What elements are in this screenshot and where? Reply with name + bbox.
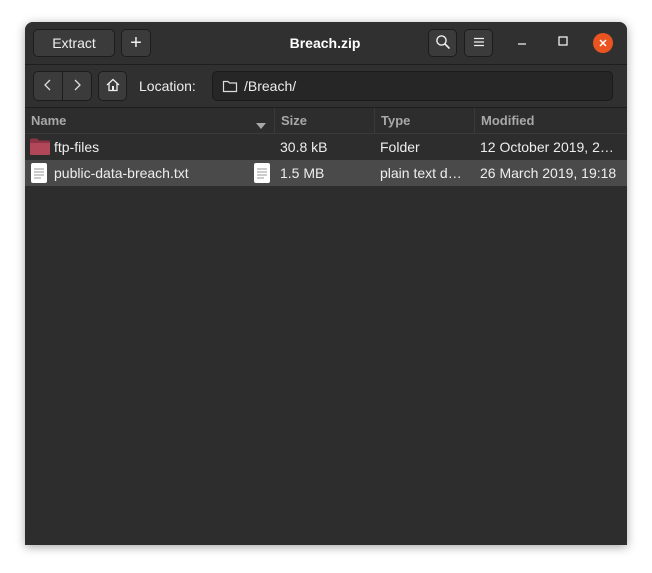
- file-name: ftp-files: [54, 139, 100, 155]
- file-type: Folder: [380, 139, 420, 155]
- list-item-selected[interactable]: public-data-breach.txt 1.5 MB plain text…: [25, 160, 627, 186]
- column-header-size[interactable]: Size: [275, 108, 375, 133]
- back-button[interactable]: [33, 71, 63, 101]
- home-button[interactable]: [98, 71, 127, 101]
- search-button[interactable]: [428, 29, 457, 57]
- location-entry[interactable]: /Breach/: [212, 71, 613, 101]
- minimize-button[interactable]: [512, 33, 532, 53]
- column-header-name[interactable]: Name: [25, 108, 275, 133]
- extract-button[interactable]: Extract: [33, 29, 115, 57]
- column-type-label: Type: [381, 113, 411, 128]
- search-icon: [435, 34, 451, 53]
- folder-outline-icon: [222, 79, 238, 93]
- maximize-icon: [557, 34, 569, 52]
- chevron-left-icon: [42, 78, 54, 95]
- close-icon: [593, 33, 613, 53]
- forward-button[interactable]: [62, 71, 92, 101]
- column-header-row: Name Size Type Modified: [25, 108, 627, 134]
- location-bar: Location: /Breach/: [25, 65, 627, 108]
- chevron-right-icon: [71, 78, 83, 95]
- add-files-button[interactable]: +: [121, 29, 151, 57]
- location-path: /Breach/: [244, 78, 297, 94]
- file-type: plain text d…: [380, 165, 462, 181]
- file-modified: 26 March 2019, 19:18: [480, 165, 617, 181]
- window-title: Breach.zip: [289, 35, 361, 51]
- sort-descending-icon: [256, 117, 266, 132]
- folder-icon: [29, 137, 51, 161]
- text-file-preview-icon: [253, 162, 271, 189]
- column-header-modified[interactable]: Modified: [475, 108, 627, 133]
- file-modified: 12 October 2019, 2…: [480, 139, 614, 155]
- column-header-type[interactable]: Type: [375, 108, 475, 133]
- archive-manager-window: Extract + Breach.zip Location: /Breach/ …: [25, 22, 627, 545]
- location-label: Location:: [139, 78, 196, 94]
- file-size: 30.8 kB: [280, 139, 328, 155]
- file-list-empty-area[interactable]: [25, 186, 627, 545]
- file-size: 1.5 MB: [280, 165, 325, 181]
- column-name-label: Name: [31, 113, 67, 128]
- maximize-button[interactable]: [553, 33, 573, 53]
- close-button[interactable]: [593, 33, 613, 53]
- menu-button[interactable]: [464, 29, 493, 57]
- list-item[interactable]: ftp-files 30.8 kB Folder 12 October 2019…: [25, 134, 627, 160]
- column-size-label: Size: [281, 113, 308, 128]
- column-modified-label: Modified: [481, 113, 535, 128]
- header-bar: Extract + Breach.zip: [25, 22, 627, 65]
- file-name: public-data-breach.txt: [54, 165, 189, 181]
- home-icon: [105, 77, 121, 96]
- hamburger-menu-icon: [472, 35, 486, 52]
- minimize-icon: [516, 34, 528, 52]
- text-file-icon: [30, 162, 48, 189]
